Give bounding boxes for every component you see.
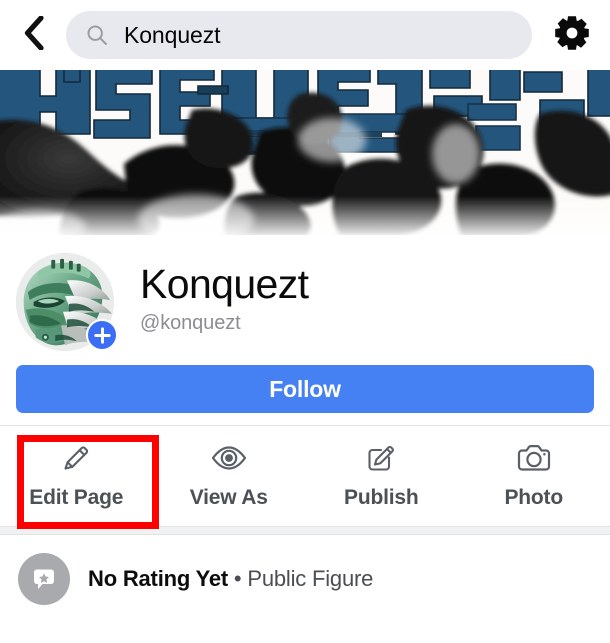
action-photo[interactable]: Photo	[458, 426, 610, 526]
gear-icon	[552, 13, 592, 58]
cover-photo[interactable]	[0, 70, 610, 235]
action-publish[interactable]: Publish	[305, 426, 458, 526]
rating-text: No Rating Yet • Public Figure	[88, 566, 373, 592]
action-label: Publish	[344, 486, 419, 509]
action-label: Edit Page	[29, 486, 124, 509]
follow-button[interactable]: Follow	[16, 365, 594, 413]
settings-button[interactable]	[550, 13, 594, 57]
action-label: Photo	[504, 486, 564, 509]
cover-photo-image	[0, 70, 610, 235]
search-icon	[86, 24, 108, 46]
plus-icon	[93, 326, 111, 344]
search-bar[interactable]	[66, 11, 532, 59]
top-navigation-bar	[0, 0, 610, 70]
page-title: Konquezt	[140, 261, 309, 307]
page-category: Public Figure	[247, 566, 374, 591]
pencil-icon	[58, 438, 94, 478]
rating-separator: •	[228, 566, 248, 591]
eye-icon	[209, 438, 249, 478]
profile-name-block: Konquezt @konquezt	[140, 253, 309, 335]
action-view-as[interactable]: View As	[153, 426, 306, 526]
star-bubble-icon	[18, 553, 70, 605]
chevron-left-icon	[23, 14, 45, 55]
section-separator	[0, 526, 610, 535]
back-button[interactable]	[14, 13, 54, 57]
action-label: View As	[189, 486, 268, 509]
rating-status: No Rating Yet	[88, 566, 229, 591]
search-input[interactable]	[124, 21, 512, 49]
add-profile-photo-button[interactable]	[86, 319, 118, 351]
action-edit-page[interactable]: Edit Page	[0, 426, 153, 526]
profile-header: Konquezt @konquezt	[0, 235, 610, 357]
page-handle: @konquezt	[140, 312, 241, 334]
avatar-container[interactable]	[16, 253, 118, 351]
camera-icon	[514, 438, 554, 478]
follow-button-container: Follow	[0, 357, 610, 425]
page-action-row: Edit Page View As Publish Photo	[0, 426, 610, 529]
rating-row[interactable]: No Rating Yet • Public Figure	[0, 535, 610, 607]
compose-icon	[363, 438, 399, 478]
